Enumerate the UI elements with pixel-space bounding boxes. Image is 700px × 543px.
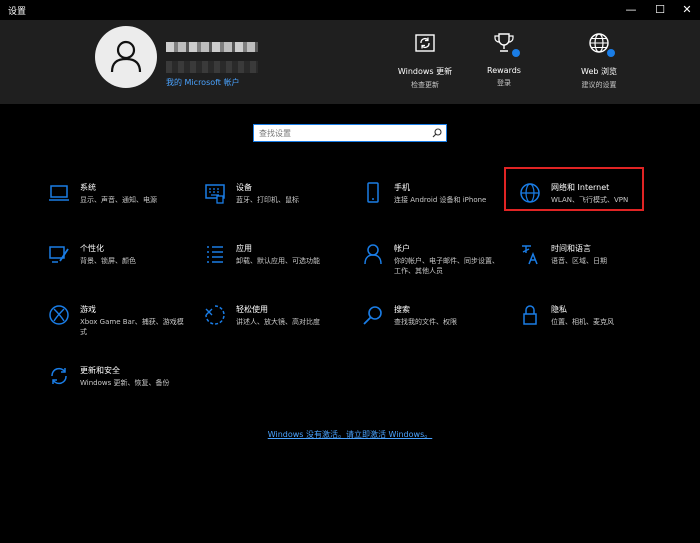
list-icon (207, 246, 223, 263)
notification-badge (607, 49, 615, 57)
quick-link-subtitle: 检查更新 (411, 81, 439, 89)
tile-phone[interactable]: 手机 连接 Android 设备和 iPhone (362, 182, 512, 218)
laptop-icon (49, 185, 69, 201)
tile-subtitle: 查找我的文件、权限 (394, 318, 457, 326)
tile-devices[interactable]: 设备 蓝牙、打印机、鼠标 (204, 182, 354, 218)
brush-icon (49, 246, 69, 263)
tile-subtitle: Xbox Game Bar、捕获、游戏模式 (80, 318, 184, 336)
quick-link-subtitle: 建议的设置 (581, 81, 617, 89)
tile-subtitle: 背景、锁屏、颜色 (80, 257, 136, 265)
tile-subtitle: 蓝牙、打印机、鼠标 (236, 196, 299, 204)
tile-title: 手机 (394, 183, 410, 192)
tile-time-language[interactable]: 时间和语言 语音、区域、日期 (519, 243, 669, 279)
microsoft-account-link[interactable]: 我的 Microsoft 帐户 (166, 77, 240, 88)
minimize-button[interactable]: — (616, 0, 646, 20)
quick-link-web-browsing[interactable]: Web 浏览 建议的设置 (559, 32, 639, 90)
sync-icon (51, 367, 67, 385)
quick-link-title: Rewards (487, 66, 521, 75)
tile-ease-of-access[interactable]: 轻松使用 讲述人、放大镜、高对比度 (204, 304, 354, 340)
tile-accounts[interactable]: 帐户 你的帐户、电子邮件、同步设置、工作、其他人员 (362, 243, 512, 279)
tile-privacy[interactable]: 隐私 位置、相机、麦克风 (519, 304, 669, 340)
search-input[interactable] (259, 126, 429, 140)
close-button[interactable]: ✕ (672, 0, 700, 20)
quick-link-rewards[interactable]: Rewards 登录 (464, 32, 544, 88)
tile-system[interactable]: 系统 显示、声音、通知、电源 (48, 182, 198, 218)
tile-title: 游戏 (80, 305, 96, 314)
user-icon (110, 40, 142, 73)
tile-title: 个性化 (80, 244, 104, 253)
tile-title: 搜索 (394, 305, 410, 314)
search-icon (363, 306, 382, 325)
user-name-redacted (166, 42, 258, 52)
tile-search[interactable]: 搜索 查找我的文件、权限 (362, 304, 512, 340)
tile-subtitle: 讲述人、放大镜、高对比度 (236, 318, 320, 326)
tile-title: 轻松使用 (236, 305, 268, 314)
account-header: 我的 Microsoft 帐户 Windows 更新 检查更新 Rewards … (0, 20, 700, 104)
tile-subtitle: 你的帐户、电子邮件、同步设置、工作、其他人员 (394, 257, 499, 275)
tile-title: 应用 (236, 244, 252, 253)
search-box (253, 124, 447, 142)
person-icon (364, 244, 382, 265)
activate-windows-link[interactable]: Windows 没有激活。请立即激活 Windows。 (0, 429, 700, 440)
tile-subtitle: 连接 Android 设备和 iPhone (394, 196, 487, 204)
tile-title: 隐私 (551, 305, 567, 314)
quick-link-subtitle: 登录 (497, 79, 511, 87)
tile-apps[interactable]: 应用 卸载、默认应用、可选功能 (204, 243, 354, 279)
tile-gaming[interactable]: 游戏 Xbox Game Bar、捕获、游戏模式 (48, 304, 198, 340)
tile-title: 系统 (80, 183, 96, 192)
window-title: 设置 (8, 7, 27, 17)
tile-subtitle: 卸载、默认应用、可选功能 (236, 257, 320, 265)
tile-title: 帐户 (394, 244, 410, 253)
phone-icon (367, 182, 379, 203)
title-bar: 设置 — ☐ ✕ (0, 0, 700, 20)
tile-update-security[interactable]: 更新和安全 Windows 更新、恢复、备份 (48, 365, 198, 401)
quick-link-windows-update[interactable]: Windows 更新 检查更新 (385, 32, 465, 90)
xbox-icon (49, 305, 69, 325)
keyboard-icon (205, 184, 225, 204)
avatar[interactable] (95, 26, 157, 88)
tile-personalization[interactable]: 个性化 背景、锁屏、颜色 (48, 243, 198, 279)
search-icon[interactable] (432, 128, 442, 138)
maximize-button[interactable]: ☐ (645, 0, 675, 20)
tile-title: 设备 (236, 183, 252, 192)
tile-title: 时间和语言 (551, 244, 591, 253)
tile-subtitle: Windows 更新、恢复、备份 (80, 379, 170, 387)
notification-badge (512, 49, 520, 57)
sync-icon (415, 34, 435, 52)
lock-icon (523, 305, 537, 325)
highlight-box (504, 167, 644, 211)
user-email-redacted (166, 61, 258, 73)
tile-subtitle: 位置、相机、麦克风 (551, 318, 614, 326)
tile-title: 更新和安全 (80, 366, 120, 375)
ease-of-access-icon (205, 305, 225, 325)
tile-subtitle: 语音、区域、日期 (551, 257, 607, 265)
language-icon (522, 245, 538, 265)
tile-subtitle: 显示、声音、通知、电源 (80, 196, 157, 204)
quick-link-title: Web 浏览 (581, 67, 617, 76)
quick-link-title: Windows 更新 (397, 67, 453, 76)
